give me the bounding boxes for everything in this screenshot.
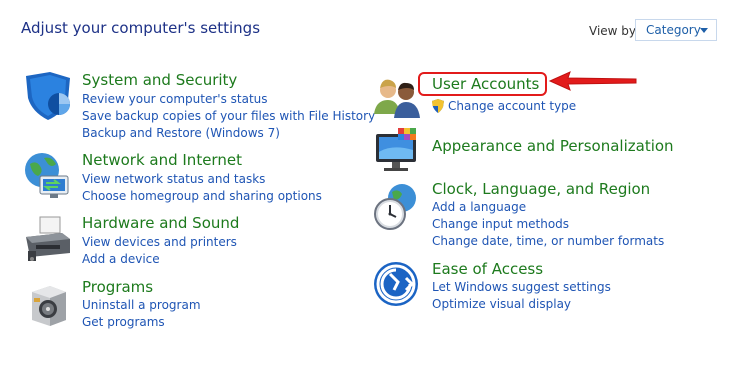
programs-box-icon[interactable] <box>24 276 76 328</box>
category-programs[interactable]: Programs <box>82 278 153 296</box>
category-ease-of-access[interactable]: Ease of Access <box>432 260 543 278</box>
category-system-security[interactable]: System and Security <box>82 71 237 89</box>
link-date-time-formats[interactable]: Change date, time, or number formats <box>432 234 664 248</box>
control-panel-window: Adjust your computer's settings View by:… <box>0 0 745 375</box>
category-appearance-personalization[interactable]: Appearance and Personalization <box>432 137 674 155</box>
page-title: Adjust your computer's settings <box>21 19 261 37</box>
link-review-status[interactable]: Review your computer's status <box>82 92 268 106</box>
printer-icon[interactable] <box>22 213 74 265</box>
link-suggest-settings[interactable]: Let Windows suggest settings <box>432 280 611 294</box>
users-icon[interactable] <box>372 70 424 122</box>
ease-of-access-icon[interactable] <box>372 260 424 312</box>
category-hardware-sound[interactable]: Hardware and Sound <box>82 214 239 232</box>
link-backup-restore[interactable]: Backup and Restore (Windows 7) <box>82 126 280 140</box>
view-by-dropdown[interactable]: Category <box>635 19 717 41</box>
shield-icon[interactable] <box>22 70 74 122</box>
link-optimize-display[interactable]: Optimize visual display <box>432 297 571 311</box>
view-by-label: View by: <box>589 24 640 38</box>
link-homegroup[interactable]: Choose homegroup and sharing options <box>82 189 322 203</box>
chevron-down-icon <box>700 28 708 33</box>
annotation-arrow-icon <box>548 70 640 96</box>
monitor-palette-icon[interactable] <box>372 126 424 178</box>
category-clock-language-region[interactable]: Clock, Language, and Region <box>432 180 650 198</box>
highlight-box <box>418 72 547 96</box>
network-globe-icon[interactable] <box>22 150 74 202</box>
link-devices-printers[interactable]: View devices and printers <box>82 235 237 249</box>
link-network-status[interactable]: View network status and tasks <box>82 172 265 186</box>
link-uninstall-program[interactable]: Uninstall a program <box>82 298 201 312</box>
link-change-account-type[interactable]: Change account type <box>448 99 576 113</box>
link-get-programs[interactable]: Get programs <box>82 315 165 329</box>
link-input-methods[interactable]: Change input methods <box>432 217 569 231</box>
link-add-language[interactable]: Add a language <box>432 200 526 214</box>
uac-shield-icon <box>431 98 445 113</box>
link-add-device[interactable]: Add a device <box>82 252 160 266</box>
view-by-value: Category <box>646 23 701 37</box>
clock-globe-icon[interactable] <box>372 180 424 232</box>
link-file-history[interactable]: Save backup copies of your files with Fi… <box>82 109 375 123</box>
category-network-internet[interactable]: Network and Internet <box>82 151 242 169</box>
